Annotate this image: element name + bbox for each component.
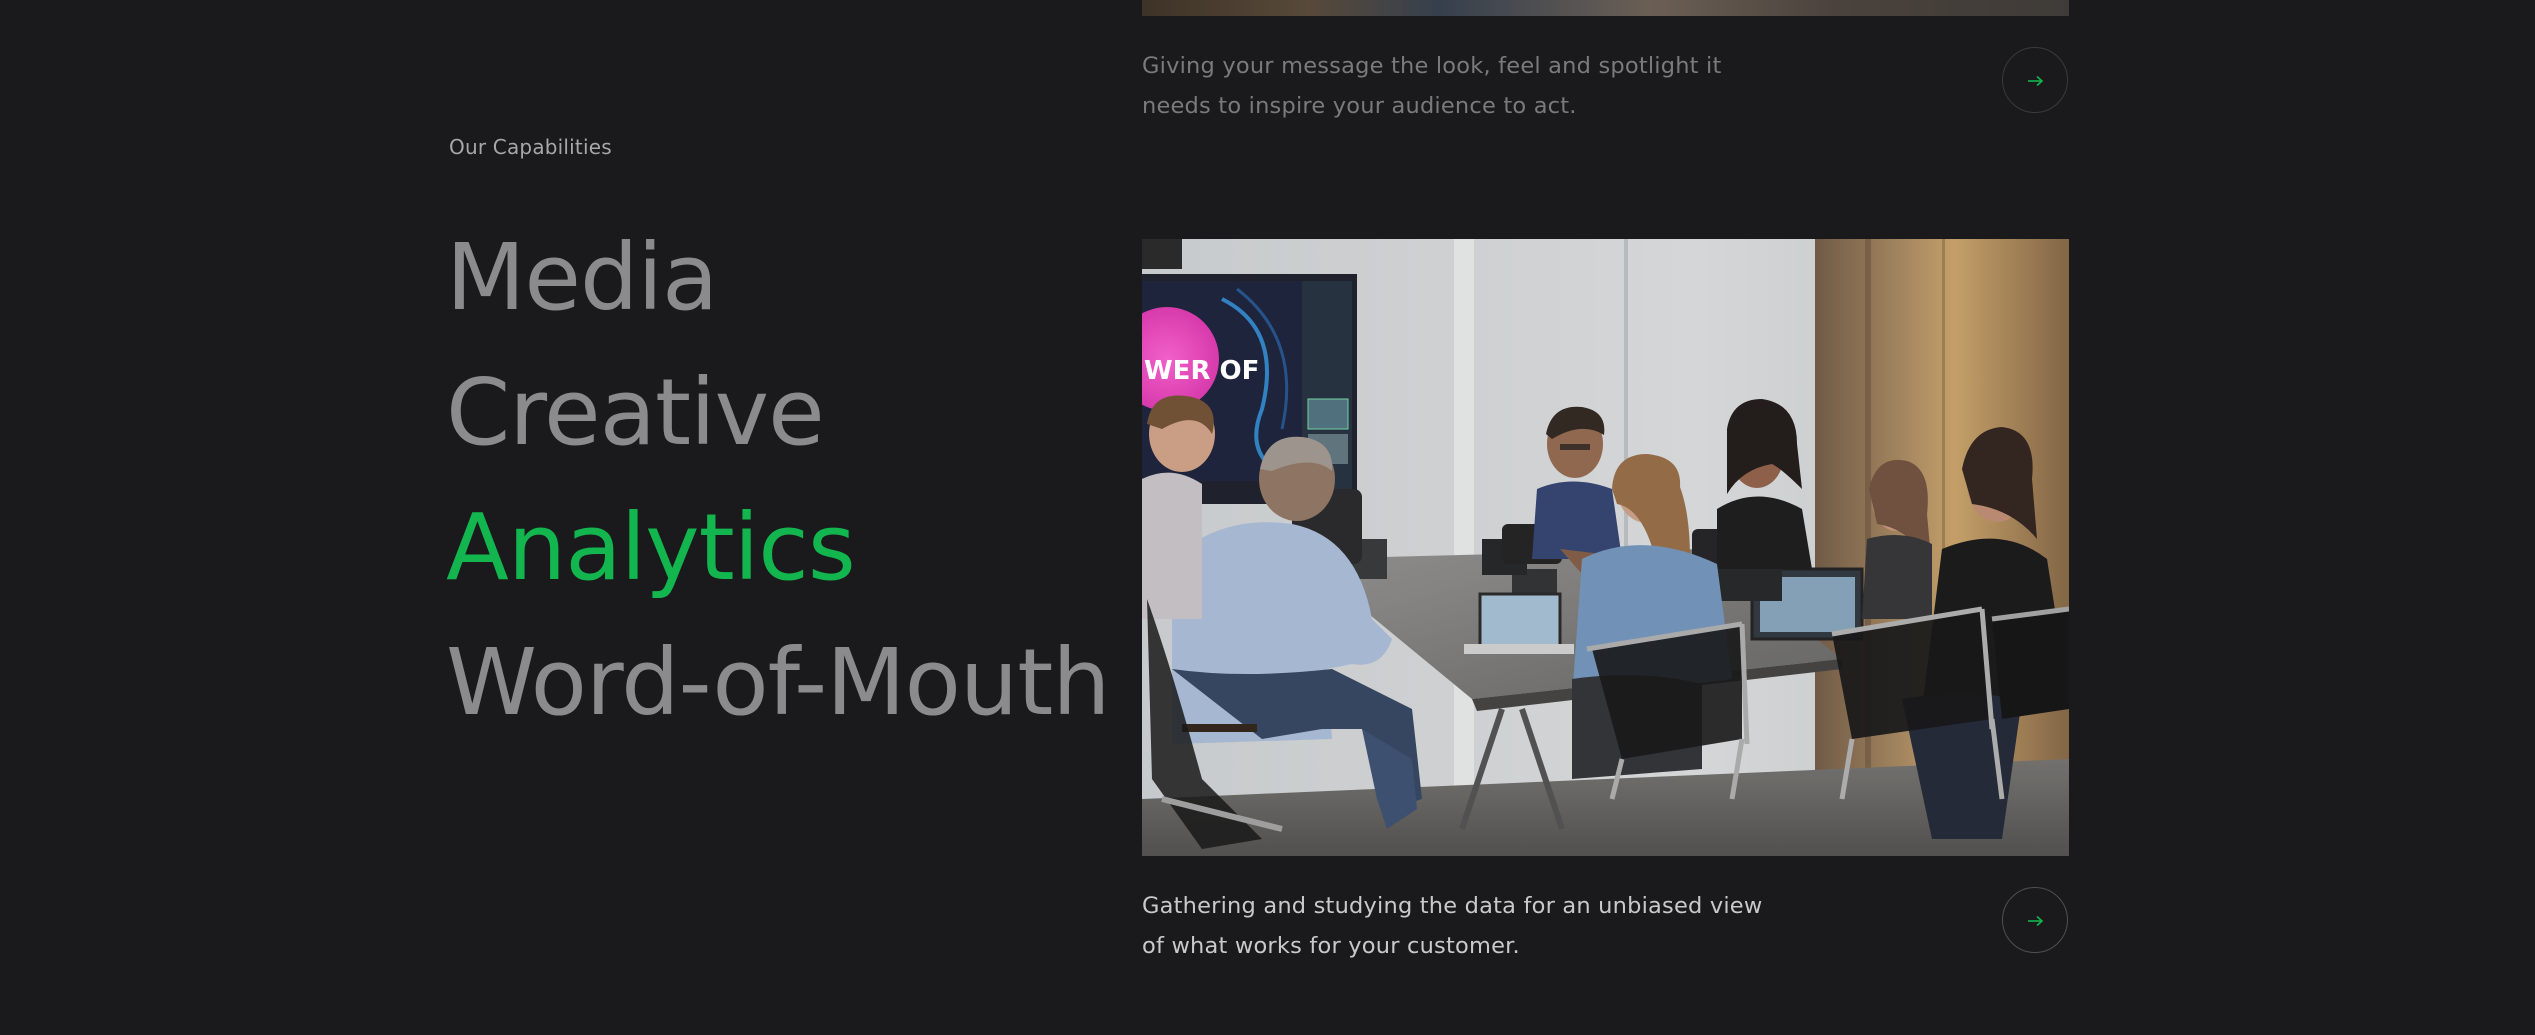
arrow-right-icon (2028, 75, 2044, 87)
capability-media[interactable]: Media (446, 210, 1110, 345)
capabilities-section: Giving your message the look, feel and s… (0, 0, 2535, 1035)
capabilities-list: Media Creative Analytics Word-of-Mouth (446, 210, 1111, 750)
active-card-description: Gathering and studying the data for an u… (1142, 893, 1763, 959)
capability-analytics[interactable]: Analytics (446, 480, 1110, 615)
section-label: Our Capabilities (449, 135, 612, 159)
capability-word-of-mouth[interactable]: Word-of-Mouth (446, 615, 1111, 750)
capability-creative[interactable]: Creative (446, 345, 1110, 480)
previous-card-image (1142, 0, 2069, 16)
team-meeting-photo: WER OF (1142, 239, 2069, 856)
previous-card-arrow-button[interactable] (2002, 47, 2068, 113)
active-card-arrow-button[interactable] (2002, 887, 2068, 953)
arrow-right-icon (2028, 915, 2044, 927)
previous-card-description: Giving your message the look, feel and s… (1142, 53, 1722, 119)
